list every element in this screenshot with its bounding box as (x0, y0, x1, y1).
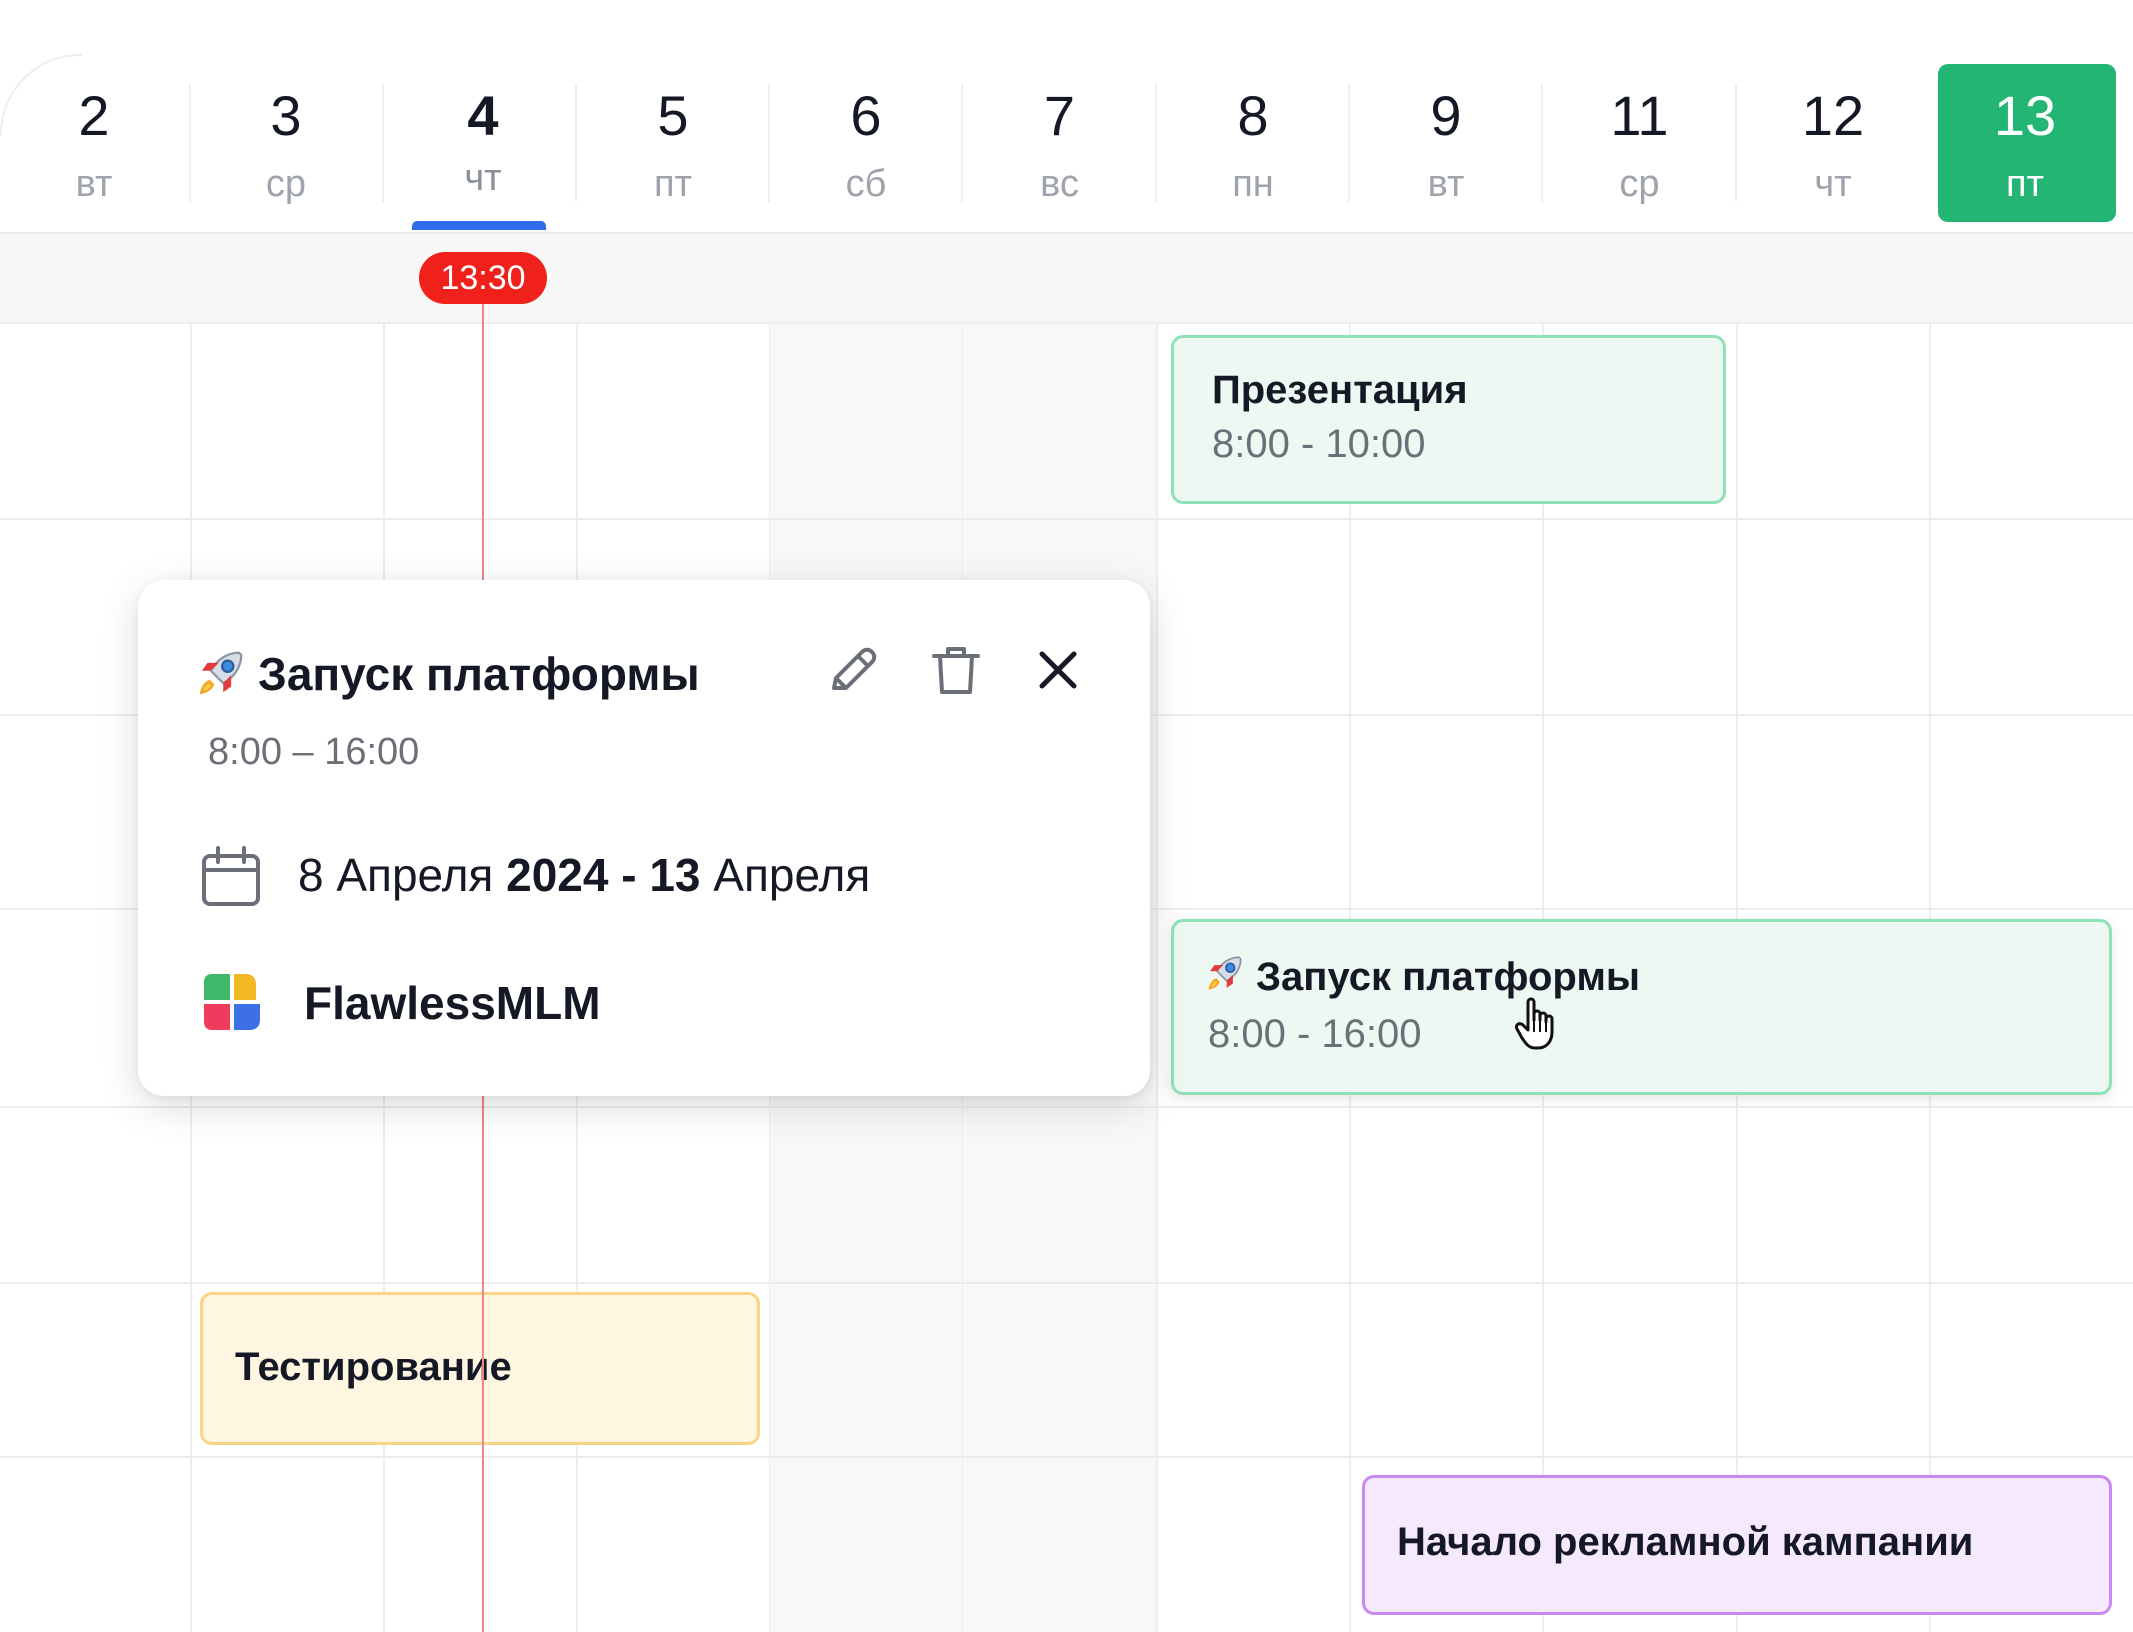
edit-button[interactable] (820, 638, 884, 702)
day-number: 9 (1430, 84, 1462, 147)
day-header[interactable]: 12 чт (1737, 0, 1929, 232)
date-end-month: Апреля (700, 849, 871, 901)
hour-line (0, 518, 2133, 520)
day-number: 3 (270, 84, 302, 147)
header-divider (1348, 84, 1350, 202)
day-of-week: пн (1232, 163, 1274, 205)
week-header: 2 вт 3 ср 4 чт 5 пт 6 сб 7 вс 8 пн 9 вт (0, 0, 2133, 234)
header-divider (1155, 84, 1157, 202)
event-title: Запуск платформы (1204, 952, 1640, 1004)
event-title: Презентация (1212, 368, 1468, 412)
header-divider (1541, 84, 1543, 202)
popup-organization: FlawlessMLM (304, 977, 601, 1029)
day-of-week: вт (75, 163, 113, 205)
hour-line (0, 1456, 2133, 1458)
day-of-week: пт (654, 163, 692, 205)
event-ad-campaign[interactable]: Начало рекламной кампании (1362, 1475, 2112, 1615)
day-of-week: ср (265, 163, 307, 205)
day-of-week: чт (464, 157, 502, 199)
day-number: 4 (467, 84, 499, 147)
close-button[interactable] (1026, 638, 1090, 702)
event-time: 8:00 - 16:00 (1208, 1012, 1422, 1056)
day-number: 6 (850, 84, 882, 147)
day-of-week: пт (2006, 163, 2044, 205)
delete-button[interactable] (924, 638, 988, 702)
day-header-today[interactable]: 4 чт (384, 0, 582, 232)
day-number: 5 (657, 84, 689, 147)
event-title: Начало рекламной кампании (1397, 1520, 1974, 1564)
date-year-end: 2024 - 13 (506, 849, 701, 901)
calendar-icon (198, 844, 264, 910)
day-number: 7 (1043, 84, 1076, 147)
event-title: Тестирование (235, 1345, 512, 1389)
header-divider (382, 84, 384, 202)
all-day-row[interactable] (0, 234, 2133, 324)
close-icon (1039, 651, 1077, 689)
popup-date-range: 8 Апреля 2024 - 13 Апреля (298, 846, 870, 904)
hand-pointer-cursor-icon (1514, 996, 1562, 1052)
header-divider (961, 84, 963, 202)
day-number: 2 (78, 84, 110, 147)
header-divider (1735, 84, 1737, 202)
day-number: 13 (1993, 84, 2057, 147)
pencil-icon (832, 647, 877, 690)
hour-line (0, 1282, 2133, 1284)
day-header[interactable]: 6 сб (770, 0, 962, 232)
event-testing[interactable]: Тестирование (200, 1292, 760, 1445)
day-of-week: сб (845, 163, 887, 205)
day-header[interactable]: 3 ср (191, 0, 381, 232)
day-header-selected[interactable]: 13 пт (1928, 0, 2122, 232)
day-header[interactable]: 11 ср (1543, 0, 1736, 232)
day-header[interactable]: 2 вт (0, 0, 188, 232)
event-platform-launch[interactable]: Запуск платформы 8:00 - 16:00 (1171, 919, 2112, 1095)
popup-title: Запуск платформы (258, 648, 700, 700)
day-of-week: вс (1040, 163, 1079, 205)
rocket-icon (194, 646, 248, 700)
day-number: 12 (1801, 84, 1865, 147)
day-header[interactable]: 9 вт (1350, 0, 1542, 232)
event-time: 8:00 - 10:00 (1212, 422, 1426, 466)
header-divider (768, 84, 770, 202)
header-divider (189, 84, 191, 202)
day-number: 11 (1610, 84, 1669, 147)
today-indicator (412, 221, 546, 230)
current-time-badge: 13:30 (419, 252, 547, 304)
day-header[interactable]: 7 вс (963, 0, 1156, 232)
event-presentation[interactable]: Презентация 8:00 - 10:00 (1171, 335, 1726, 504)
event-title-text: Запуск платформы (1256, 955, 1641, 999)
day-of-week: вт (1427, 163, 1465, 205)
date-start: 8 Апреля (298, 849, 507, 901)
day-header[interactable]: 5 пт (577, 0, 769, 232)
day-of-week: ср (1619, 163, 1660, 205)
day-number: 8 (1237, 84, 1269, 147)
hour-line (0, 1106, 2133, 1108)
day-of-week: чт (1814, 163, 1852, 205)
popup-time: 8:00 – 16:00 (208, 731, 420, 773)
flawlessmlm-logo (200, 970, 264, 1034)
rocket-icon (1204, 952, 1246, 1004)
trash-icon (932, 647, 980, 694)
day-header[interactable]: 8 пн (1157, 0, 1349, 232)
header-divider (575, 84, 577, 202)
calendar-week-view: 2 вт 3 ср 4 чт 5 пт 6 сб 7 вс 8 пн 9 вт (0, 0, 2133, 1632)
